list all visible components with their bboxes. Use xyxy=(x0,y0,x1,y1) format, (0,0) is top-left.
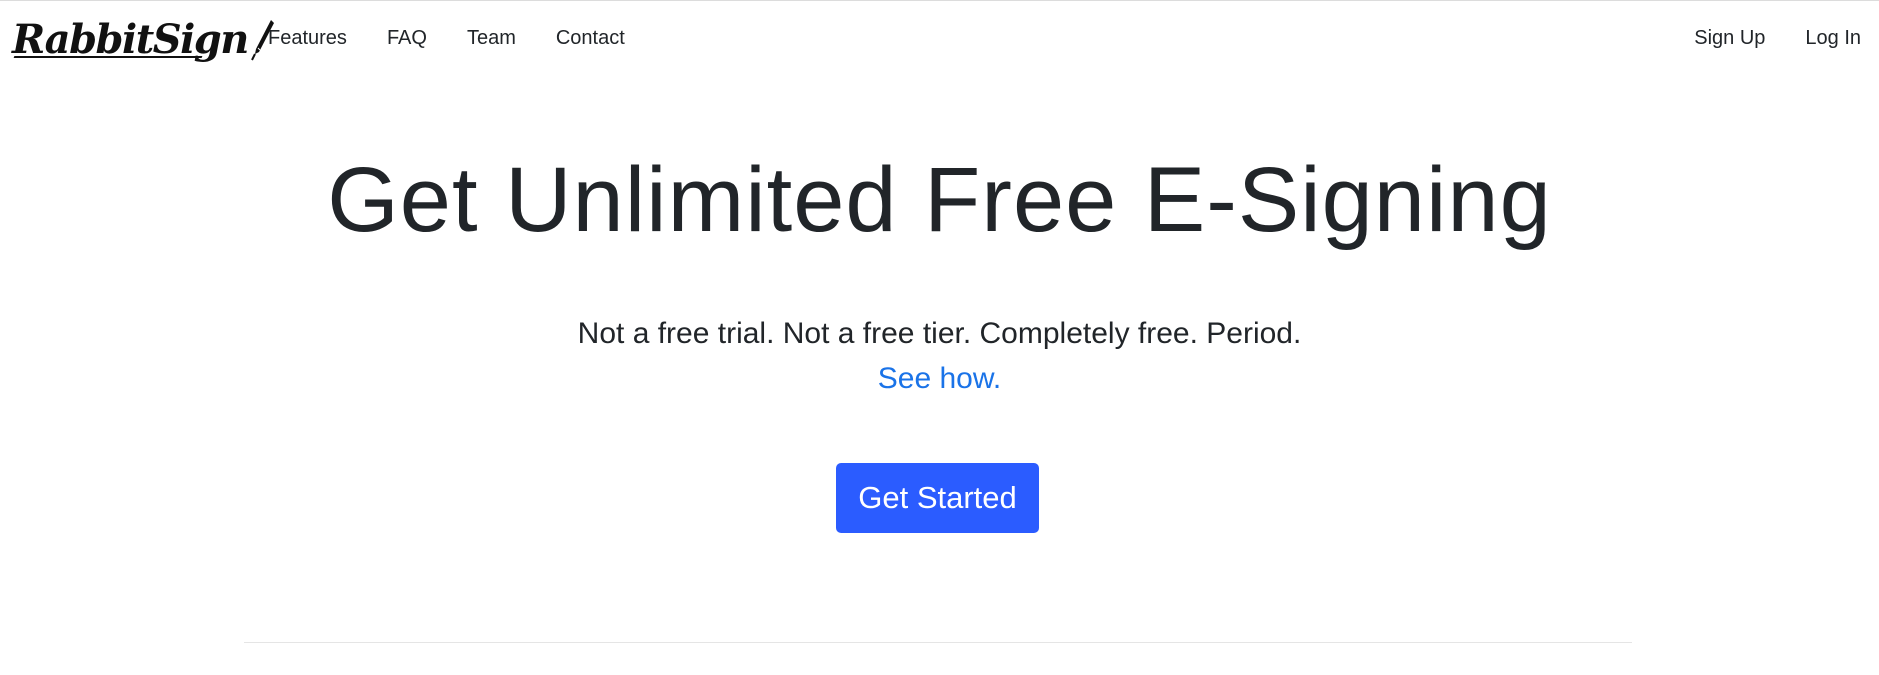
log-in-link[interactable]: Log In xyxy=(1785,19,1861,58)
see-how-link[interactable]: See how. xyxy=(878,362,1001,395)
nav-features-link[interactable]: Features xyxy=(248,19,367,58)
see-how-row: See how. xyxy=(0,359,1879,399)
sign-up-link[interactable]: Sign Up xyxy=(1674,19,1785,58)
nav-contact-link[interactable]: Contact xyxy=(536,19,645,58)
primary-nav: Features FAQ Team Contact xyxy=(248,0,645,76)
nav-faq-link[interactable]: FAQ xyxy=(367,19,447,58)
section-divider xyxy=(244,642,1632,643)
brand-logo[interactable]: RabbitSign xyxy=(12,12,275,62)
hero-title: Get Unlimited Free E-Signing xyxy=(327,149,1552,251)
get-started-button[interactable]: Get Started xyxy=(836,463,1039,533)
brand-underline xyxy=(13,56,203,58)
top-navbar: RabbitSign Features FAQ Team Contact Sig… xyxy=(0,0,1879,76)
account-nav: Sign Up Log In xyxy=(1674,0,1861,76)
hero-subtitle: Not a free trial. Not a free tier. Compl… xyxy=(577,317,1302,350)
nav-team-link[interactable]: Team xyxy=(447,19,536,58)
